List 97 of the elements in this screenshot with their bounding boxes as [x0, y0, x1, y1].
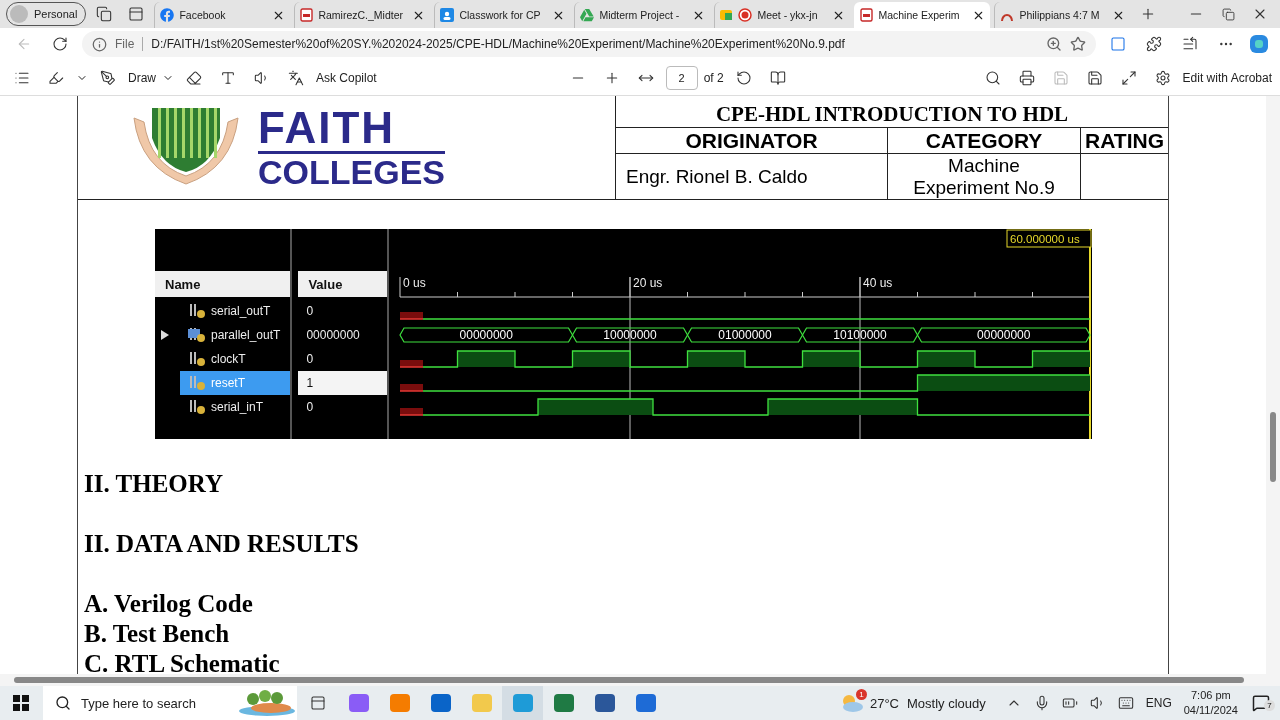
- signal-value: 0: [306, 400, 314, 414]
- scheme-label: File: [115, 37, 144, 51]
- search-icon: [55, 695, 71, 711]
- signal-row[interactable]: parallel_outT: [180, 323, 291, 347]
- bus-value: 00000000: [459, 328, 513, 342]
- subsection-heading: A. Verilog Code: [83, 589, 254, 619]
- table-cell: Engr. Rionel B. Caldo: [626, 165, 808, 188]
- horizontal-scrollbar[interactable]: [0, 674, 1266, 686]
- notification-count: 7: [1264, 700, 1275, 711]
- bus-value: 10000000: [603, 328, 657, 342]
- logo-text: COLLEGES: [258, 151, 446, 190]
- signal-row[interactable]: clockT: [180, 347, 291, 371]
- edit-with-acrobat-button[interactable]: Edit with Acrobat: [1182, 70, 1272, 85]
- subsection-heading: B. Test Bench: [83, 619, 231, 649]
- signal-name: serial_inT: [211, 400, 264, 414]
- avatar-icon: [10, 5, 28, 23]
- column-header: RATING: [1085, 129, 1164, 152]
- classroom-icon: [440, 8, 455, 22]
- column-header: Name: [165, 276, 201, 292]
- signal-value: 0: [306, 352, 314, 366]
- page-number-field[interactable]: 2: [665, 65, 698, 90]
- clock[interactable]: 7:06 pm 04/11/2024: [1183, 688, 1238, 718]
- column-header: Value: [308, 276, 343, 292]
- draw-button[interactable]: Draw: [128, 70, 156, 85]
- tab-title: Machine Experim: [878, 9, 960, 21]
- browser-tab[interactable]: Midterm Project -: [574, 2, 711, 28]
- tab-title: Philippians 4:7 M: [1019, 9, 1100, 21]
- signal-icon: [188, 399, 206, 415]
- url-text: D:/FAITH/1st%20Semester%20of%20SY.%202024-2025/CPE-HDL/Machine%20Experiment/Machine%20Experiment%20No.9.pdf: [151, 37, 846, 51]
- signal-row[interactable]: serial_outT: [180, 299, 291, 323]
- browser-tab[interactable]: Meet - ykx-jn: [714, 2, 851, 28]
- signal-icon: [188, 375, 206, 391]
- temperature: 27°C: [869, 695, 899, 711]
- expand-icon[interactable]: [160, 330, 170, 340]
- taskbar-search-field[interactable]: Type here to search: [43, 686, 297, 720]
- bus-value: 00000000: [977, 328, 1031, 342]
- island-icon: [237, 689, 297, 717]
- tab-title: Meet - ykx-jn: [757, 9, 818, 21]
- tab-title: Midterm Project -: [599, 9, 680, 21]
- section-heading: II. THEORY: [83, 469, 224, 499]
- signal-icon: [188, 351, 206, 367]
- table-cell-text: Machine Experiment No.9: [912, 154, 1056, 199]
- app-icon[interactable]: [553, 694, 574, 712]
- language-indicator[interactable]: ENG: [1145, 696, 1172, 710]
- page-count: of 2: [703, 70, 724, 85]
- signal-value: 00000000: [306, 328, 360, 342]
- section-heading: II. DATA AND RESULTS: [83, 529, 360, 559]
- browser-tab[interactable]: Facebook: [154, 2, 291, 28]
- copilot-icon[interactable]: [1248, 33, 1270, 55]
- app-icon[interactable]: [348, 694, 369, 712]
- pdf-icon: [300, 8, 314, 22]
- weather-badge: 1: [855, 689, 867, 700]
- signal-name: parallel_outT: [211, 328, 281, 342]
- ask-copilot-button[interactable]: Ask Copilot: [316, 70, 377, 85]
- signal-name: serial_outT: [211, 304, 271, 318]
- subsection-heading: C. RTL Schematic: [83, 649, 281, 674]
- time-marker-label: 60.000000 us: [1006, 229, 1092, 248]
- app-icon[interactable]: [430, 694, 451, 712]
- signal-icon: [188, 327, 206, 343]
- browser-tab[interactable]: Philippians 4:7 M: [994, 2, 1131, 28]
- address-bar[interactable]: File D:/FAITH/1st%20Semester%20of%20SY.%202024-2025/CPE-HDL/Machine%20Experiment/Machine%20Experiment%20No.9.pdf: [82, 31, 1096, 57]
- search-placeholder: Type here to search: [81, 695, 197, 711]
- column-header: CATEGORY: [925, 129, 1043, 152]
- tab-title: Classwork for CP: [459, 9, 541, 21]
- bus-value: 10100000: [833, 328, 887, 342]
- signal-value: 1: [306, 376, 314, 390]
- signal-row[interactable]: serial_inT: [180, 395, 291, 419]
- app-icon[interactable]: [594, 694, 615, 712]
- signal-icon: [188, 303, 206, 319]
- weather-text: Mostly cloudy: [907, 695, 986, 711]
- time-label: 20 us: [633, 276, 663, 290]
- bus-value: 01000000: [718, 328, 772, 342]
- app-icon[interactable]: [635, 694, 656, 712]
- tab-title: Facebook: [179, 9, 226, 21]
- logo-text: FAITH: [258, 105, 397, 151]
- signal-name: clockT: [211, 352, 246, 366]
- windows-logo-icon[interactable]: [12, 695, 29, 711]
- time-label: 0 us: [403, 276, 426, 290]
- tab-title: RamirezC._Midter: [318, 9, 404, 21]
- social-icon: [160, 8, 175, 22]
- time-label: 40 us: [863, 276, 893, 290]
- meet-recording-icon: [720, 8, 753, 22]
- pdf-icon: [860, 8, 874, 22]
- vertical-scrollbar[interactable]: [1266, 96, 1280, 686]
- zoom-icon[interactable]: [1046, 36, 1062, 52]
- drive-icon: [580, 8, 595, 22]
- signal-value: 0: [306, 304, 314, 318]
- browser-tab[interactable]: RamirezC._Midter: [294, 2, 431, 28]
- time: 7:06 pm: [1191, 688, 1231, 703]
- course-title: CPE-HDL INTRODUCTION TO HDL: [715, 102, 1069, 127]
- browser-tab[interactable]: Machine Experim: [854, 2, 991, 28]
- info-icon: [92, 36, 107, 52]
- column-header: ORIGINATOR: [685, 129, 818, 152]
- signal-name: resetT: [211, 376, 245, 390]
- date: 04/11/2024: [1183, 703, 1238, 718]
- browser-tab[interactable]: Classwork for CP: [434, 2, 571, 28]
- favorite-icon[interactable]: [1070, 36, 1086, 52]
